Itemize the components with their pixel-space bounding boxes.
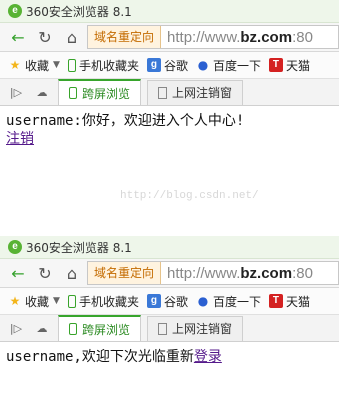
bookmark-label: 百度一下 — [212, 294, 261, 309]
bookmark-label: 谷歌 — [163, 58, 188, 73]
goodbye-message: username,欢迎下次光临重新 — [6, 349, 194, 365]
page-icon — [158, 86, 168, 99]
favorites-menu[interactable]: ★ 收藏 ▼ — [8, 293, 60, 310]
star-icon: ★ — [9, 58, 21, 72]
url-suffix: :80 — [292, 264, 313, 282]
bookmark-label: 谷歌 — [163, 294, 188, 309]
browser-window-2: e 360安全浏览器 8.1 ← ↻ ⌂ 域名重定向 http://www.bz… — [0, 236, 339, 402]
window-title: 360安全浏览器 8.1 — [26, 4, 132, 19]
watermark: http://blog.csdn.net/ — [120, 190, 259, 202]
bookmark-tmall[interactable]: T 天猫 — [268, 293, 310, 310]
bookmark-label: 手机收藏夹 — [78, 294, 139, 309]
bookmark-google[interactable]: g 谷歌 — [146, 293, 188, 310]
redirect-badge[interactable]: 域名重定向 — [88, 262, 162, 284]
url-text[interactable]: http://www.bz.com:80 — [161, 29, 313, 46]
refresh-icon[interactable]: ↻ — [33, 25, 57, 49]
bookmark-google[interactable]: g 谷歌 — [146, 57, 188, 74]
logout-link[interactable]: 注销 — [6, 131, 34, 147]
tab-logout-window[interactable]: 上网注销窗 — [147, 79, 244, 105]
baidu-paw-icon: ● — [197, 294, 209, 308]
home-icon[interactable]: ⌂ — [60, 25, 84, 49]
bookmark-label: 手机收藏夹 — [78, 58, 139, 73]
bookmark-label: 百度一下 — [212, 58, 261, 73]
bookmark-tmall[interactable]: T 天猫 — [268, 57, 310, 74]
tab-label: 跨屏浏览 — [82, 322, 131, 337]
chevron-down-icon: ▼ — [53, 60, 60, 70]
back-arrow-icon[interactable]: ← — [6, 261, 30, 285]
address-bar[interactable]: 域名重定向 http://www.bz.com:80 — [87, 261, 339, 285]
url-text[interactable]: http://www.bz.com:80 — [161, 265, 313, 282]
chevron-down-icon: ▼ — [53, 296, 60, 306]
sidebar-toggle-icon[interactable]: |▷ — [6, 86, 26, 99]
google-icon: g — [146, 58, 161, 72]
home-icon[interactable]: ⌂ — [60, 261, 84, 285]
baidu-paw-icon: ● — [197, 58, 209, 72]
title-bar: e 360安全浏览器 8.1 — [0, 0, 339, 23]
favorites-menu[interactable]: ★ 收藏 ▼ — [8, 57, 60, 74]
tab-cross-screen[interactable]: 跨屏浏览 — [58, 315, 142, 341]
bookmark-mobile[interactable]: 手机收藏夹 — [67, 57, 139, 74]
bookmarks-bar: ★ 收藏 ▼ 手机收藏夹 g 谷歌 ● 百度一下 T 天猫 — [0, 288, 339, 315]
tab-cross-screen[interactable]: 跨屏浏览 — [58, 79, 142, 105]
url-suffix: :80 — [292, 28, 313, 46]
nav-bar: ← ↻ ⌂ 域名重定向 http://www.bz.com:80 — [0, 259, 339, 288]
title-bar: e 360安全浏览器 8.1 — [0, 236, 339, 259]
redirect-badge[interactable]: 域名重定向 — [88, 26, 162, 48]
url-domain: bz.com — [240, 264, 293, 282]
tab-label: 跨屏浏览 — [82, 86, 131, 101]
star-icon: ★ — [9, 294, 21, 308]
tab-bar: |▷ ☁ 跨屏浏览 上网注销窗 — [0, 315, 339, 342]
tab-label: 上网注销窗 — [172, 322, 233, 336]
window-title: 360安全浏览器 8.1 — [26, 240, 132, 255]
url-prefix: http://www. — [167, 264, 241, 282]
login-link[interactable]: 登录 — [194, 349, 222, 365]
nav-bar: ← ↻ ⌂ 域名重定向 http://www.bz.com:80 — [0, 23, 339, 52]
page-content: username:你好，欢迎进入个人中心! 注销 — [0, 106, 339, 154]
browser-logo-icon: e — [8, 4, 22, 18]
welcome-message: username:你好，欢迎进入个人中心! — [6, 113, 245, 129]
bookmarks-bar: ★ 收藏 ▼ 手机收藏夹 g 谷歌 ● 百度一下 T 天猫 — [0, 52, 339, 79]
tab-bar: |▷ ☁ 跨屏浏览 上网注销窗 — [0, 79, 339, 106]
google-icon: g — [146, 294, 161, 308]
address-bar[interactable]: 域名重定向 http://www.bz.com:80 — [87, 25, 339, 49]
favorites-label: 收藏 — [25, 294, 50, 309]
phone-icon — [67, 294, 76, 308]
bookmark-baidu[interactable]: ● 百度一下 — [196, 57, 261, 74]
page-icon — [158, 322, 168, 335]
bookmark-label: 天猫 — [285, 294, 310, 309]
phone-icon — [67, 58, 76, 72]
tab-logout-window[interactable]: 上网注销窗 — [147, 315, 244, 341]
tmall-icon: T — [268, 58, 283, 72]
back-arrow-icon[interactable]: ← — [6, 25, 30, 49]
page-content: username,欢迎下次光临重新登录 — [0, 342, 339, 372]
sidebar-toggle-icon[interactable]: |▷ — [6, 322, 26, 335]
browser-logo-icon: e — [8, 240, 22, 254]
phone-icon — [69, 87, 77, 99]
refresh-icon[interactable]: ↻ — [33, 261, 57, 285]
tmall-icon: T — [268, 294, 283, 308]
favorites-label: 收藏 — [25, 58, 50, 73]
cloud-icon[interactable]: ☁ — [32, 322, 52, 335]
phone-icon — [69, 323, 77, 335]
url-prefix: http://www. — [167, 28, 241, 46]
cloud-icon[interactable]: ☁ — [32, 86, 52, 99]
browser-window-1: e 360安全浏览器 8.1 ← ↻ ⌂ 域名重定向 http://www.bz… — [0, 0, 339, 234]
tab-label: 上网注销窗 — [172, 86, 233, 100]
url-domain: bz.com — [240, 28, 293, 46]
bookmark-baidu[interactable]: ● 百度一下 — [196, 293, 261, 310]
bookmark-mobile[interactable]: 手机收藏夹 — [67, 293, 139, 310]
bookmark-label: 天猫 — [285, 58, 310, 73]
